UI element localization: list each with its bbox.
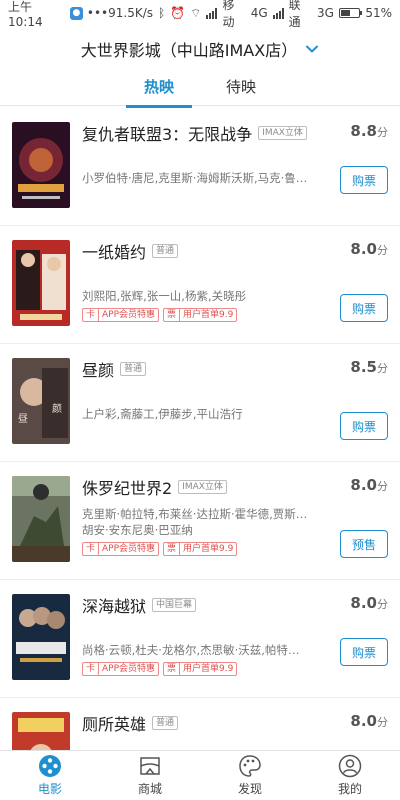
movie-score: 8.0分 bbox=[350, 240, 388, 258]
format-tag: 普通 bbox=[152, 244, 179, 258]
list-item[interactable]: 复仇者联盟3：无限战争 IMAX立体 8.8分 小罗伯特·唐尼,克里斯·海姆斯沃… bbox=[0, 108, 400, 226]
network-type-1: 4G bbox=[250, 6, 268, 20]
buy-ticket-button[interactable]: 购票 bbox=[340, 638, 388, 666]
list-item[interactable]: 厕所英雄 普通 8.0分 bbox=[0, 698, 400, 750]
buy-ticket-button[interactable]: 购票 bbox=[340, 412, 388, 440]
nav-profile[interactable]: 我的 bbox=[300, 751, 400, 800]
movie-poster[interactable] bbox=[12, 712, 70, 750]
movie-score: 8.0分 bbox=[350, 476, 388, 494]
buy-ticket-button[interactable]: 购票 bbox=[340, 294, 388, 322]
signal-icon-2 bbox=[272, 7, 284, 19]
battery-icon bbox=[338, 8, 363, 18]
svg-text:颜: 颜 bbox=[52, 402, 62, 415]
format-tag: IMAX立体 bbox=[178, 480, 227, 494]
cinema-selector[interactable]: 大世界影城（中山路IMAX店） bbox=[0, 26, 400, 72]
nav-discover[interactable]: 发现 bbox=[200, 751, 300, 800]
movie-poster[interactable] bbox=[12, 122, 70, 208]
movie-poster[interactable] bbox=[12, 476, 70, 562]
movie-poster[interactable] bbox=[12, 594, 70, 680]
network-speed: 91.5K/s bbox=[108, 6, 153, 20]
format-tag: 中国巨幕 bbox=[152, 598, 197, 612]
movie-score: 8.8分 bbox=[350, 122, 388, 140]
more-dots-icon: ••• bbox=[86, 6, 109, 20]
movie-title: 深海越狱 bbox=[82, 597, 147, 616]
movie-cast: 小罗伯特·唐尼,克里斯·海姆斯沃斯,马克·鲁法... bbox=[82, 171, 310, 185]
buy-ticket-button[interactable]: 购票 bbox=[340, 166, 388, 194]
tab-now-showing[interactable]: 热映 bbox=[125, 72, 193, 108]
member-promo-badge: 卡 APP会员特惠 bbox=[82, 662, 160, 676]
list-item[interactable]: 侏罗纪世界2 IMAX立体 8.0分 克里斯·帕拉特,布莱丝·达拉斯·霍华德,贾… bbox=[0, 462, 400, 580]
movie-poster[interactable]: 昼 颜 bbox=[12, 358, 70, 444]
movie-title: 复仇者联盟3：无限战争 bbox=[82, 125, 253, 144]
signal-icon bbox=[206, 7, 218, 19]
alarm-icon: ⏰ bbox=[170, 6, 186, 20]
member-promo-badge: 卡 APP会员特惠 bbox=[82, 542, 160, 556]
film-reel-icon bbox=[39, 755, 61, 777]
nav-label: 电影 bbox=[37, 782, 62, 796]
nav-label: 商城 bbox=[137, 782, 162, 796]
wifi-icon: ⌔ bbox=[190, 5, 202, 20]
list-item[interactable]: 一纸婚约 普通 8.0分 刘熙阳,张辉,张一山,杨紫,关晓彤 卡 APP会员特惠 … bbox=[0, 226, 400, 344]
movie-cast: 刘熙阳,张辉,张一山,杨紫,关晓彤 bbox=[82, 289, 247, 303]
nav-movies[interactable]: 电影 bbox=[0, 751, 100, 800]
movie-cast: 克里斯·帕拉特,布莱丝·达拉斯·霍华德,贾斯提... bbox=[82, 507, 310, 521]
format-tag: IMAX立体 bbox=[258, 126, 307, 140]
svg-text:昼: 昼 bbox=[18, 413, 28, 425]
format-tag: 普通 bbox=[152, 716, 179, 730]
movie-title: 厕所英雄 bbox=[82, 715, 147, 734]
carrier-1: 移动 bbox=[222, 0, 235, 29]
movie-poster[interactable] bbox=[12, 240, 70, 326]
movie-title: 昼颜 bbox=[82, 361, 115, 380]
chevron-down-icon bbox=[306, 45, 319, 53]
movie-cast: 尚格·云顿,杜夫·龙格尔,杰思敏·沃兹,帕特里克... bbox=[82, 643, 310, 657]
movie-score: 8.0分 bbox=[350, 712, 388, 730]
member-promo-badge: 卡 APP会员特惠 bbox=[82, 308, 160, 322]
presale-button[interactable]: 预售 bbox=[340, 530, 388, 558]
nav-label: 发现 bbox=[237, 782, 262, 796]
battery-percent: 51% bbox=[365, 6, 392, 20]
status-bar: 上午10:14 ● ••• 91.5K/s ᛒ ⏰ ⌔ 移动 4G 联通 3G … bbox=[0, 0, 400, 29]
tab-coming-soon[interactable]: 待映 bbox=[222, 72, 260, 105]
bottom-nav: 电影 商城 发现 我的 bbox=[0, 750, 400, 800]
bluetooth-icon: ᛒ bbox=[158, 6, 166, 20]
movie-director: 胡安·安东尼奥·巴亚纳 bbox=[82, 523, 193, 537]
nav-label: 我的 bbox=[337, 782, 362, 796]
discover-icon bbox=[239, 755, 261, 777]
list-item[interactable]: 昼 颜 昼颜 普通 8.5分 上户彩,斋藤工,伊藤步,平山浩行 购票 bbox=[0, 344, 400, 462]
movie-score: 8.0分 bbox=[350, 594, 388, 612]
profile-icon bbox=[338, 754, 362, 778]
movie-title: 侏罗纪世界2 bbox=[82, 479, 173, 498]
movie-cast: 上户彩,斋藤工,伊藤步,平山浩行 bbox=[82, 407, 243, 421]
list-item[interactable]: 深海越狱 中国巨幕 8.0分 尚格·云顿,杜夫·龙格尔,杰思敏·沃兹,帕特里克.… bbox=[0, 580, 400, 698]
movie-list[interactable]: 复仇者联盟3：无限战争 IMAX立体 8.8分 小罗伯特·唐尼,克里斯·海姆斯沃… bbox=[0, 108, 400, 750]
first-order-promo-badge: 票用户首单9.9 bbox=[163, 308, 238, 322]
movie-title: 一纸婚约 bbox=[82, 243, 147, 262]
first-order-promo-badge: 票用户首单9.9 bbox=[163, 662, 238, 676]
store-icon bbox=[140, 757, 160, 775]
format-tag: 普通 bbox=[120, 362, 147, 376]
network-type-2: 3G bbox=[316, 6, 334, 20]
cinema-name: 大世界影城（中山路IMAX店） bbox=[80, 41, 298, 60]
status-time: 上午10:14 bbox=[8, 0, 43, 29]
movie-tabs: 热映 待映 bbox=[0, 72, 400, 108]
first-order-promo-badge: 票用户首单9.9 bbox=[163, 542, 238, 556]
app-notification-icon: ● bbox=[70, 6, 83, 20]
nav-store[interactable]: 商城 bbox=[100, 751, 200, 800]
carrier-2: 联通 bbox=[288, 0, 301, 29]
movie-score: 8.5分 bbox=[350, 358, 388, 376]
